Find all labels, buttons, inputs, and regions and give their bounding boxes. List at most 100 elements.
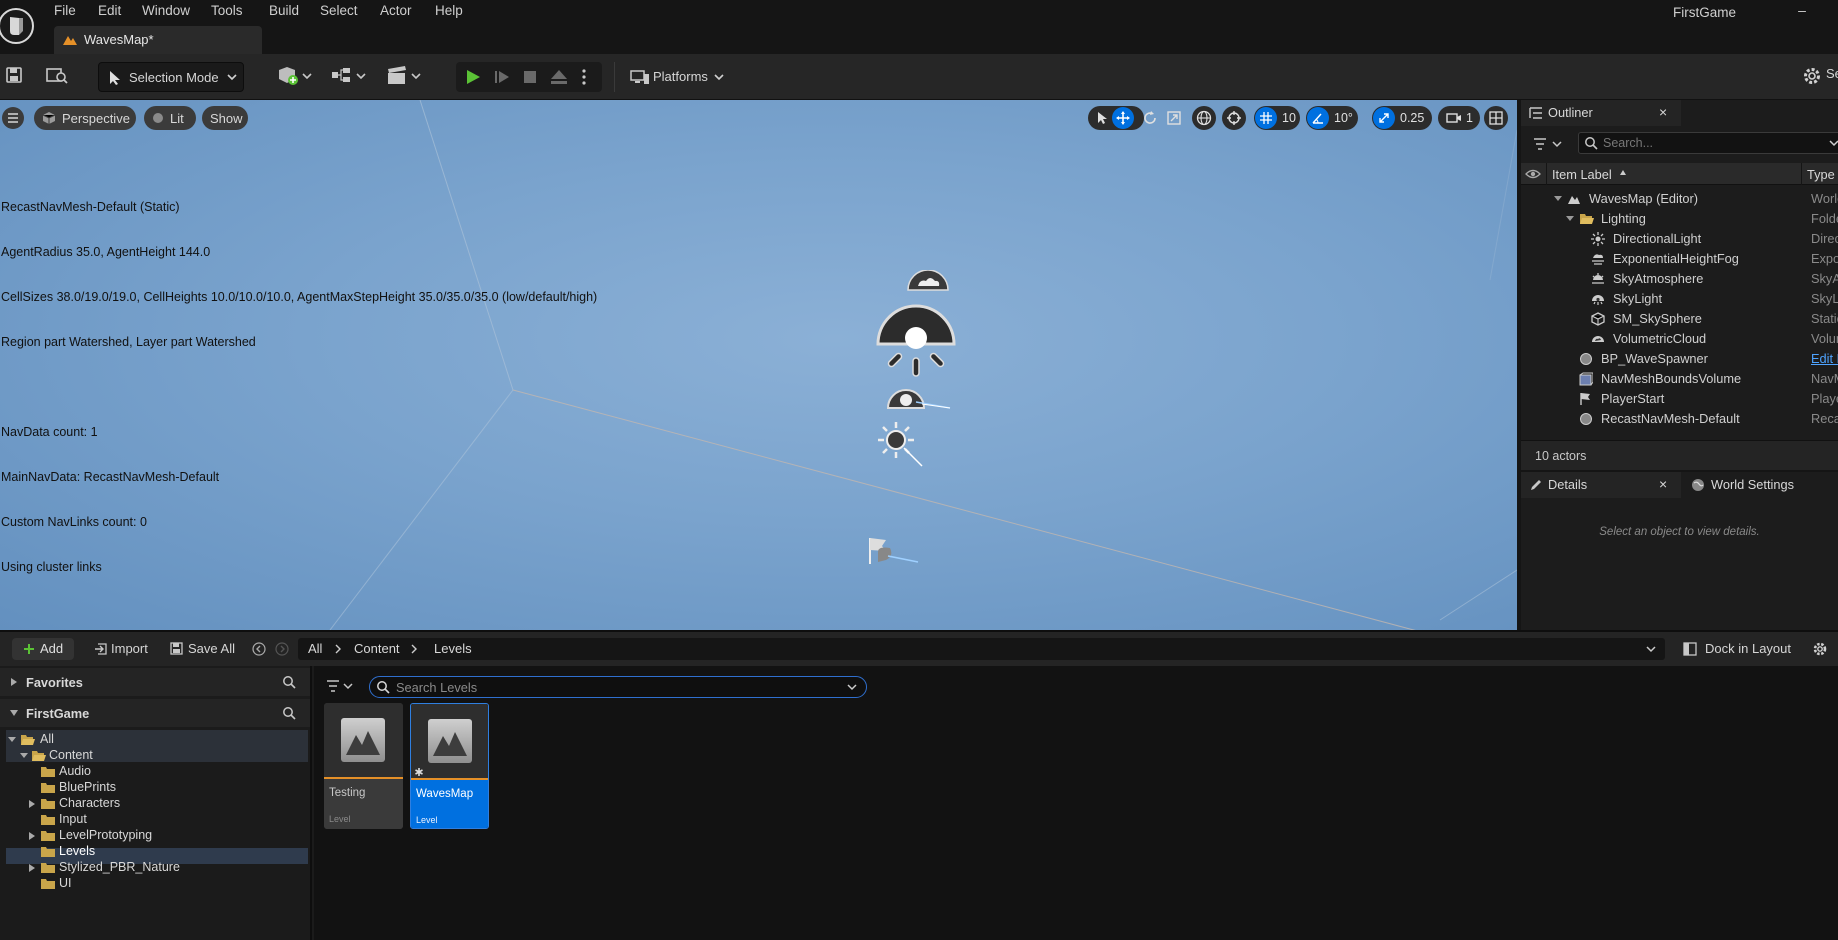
back-arrow-icon[interactable]	[252, 642, 266, 656]
collapse-arrow-icon[interactable]	[1554, 195, 1562, 203]
menu-help[interactable]: Help	[435, 2, 463, 20]
outliner-row-actor[interactable]: PlayerStart Playe	[1521, 389, 1838, 409]
scale-snap-icon	[1373, 107, 1395, 129]
outliner-row-actor[interactable]: BP_WaveSpawner Edit B	[1521, 349, 1838, 369]
chevron-down-icon[interactable]	[847, 683, 857, 691]
save-all-button[interactable]: Save All	[170, 638, 250, 660]
collapse-arrow-icon[interactable]	[1566, 215, 1574, 223]
lit-button[interactable]: Lit	[144, 106, 196, 130]
breadcrumb-all[interactable]: All	[308, 641, 322, 656]
platforms-dropdown[interactable]: Platforms	[626, 62, 726, 92]
volumetric-cloud-sprite-icon[interactable]	[906, 270, 950, 292]
settings-label[interactable]: Se	[1826, 66, 1838, 81]
favorites-section-header[interactable]: Favorites	[0, 668, 310, 696]
filter-icon[interactable]	[326, 679, 356, 693]
add-button[interactable]: Add	[12, 638, 74, 660]
outliner-search-input[interactable]: Search...	[1578, 132, 1838, 154]
asset-search-input[interactable]: Search Levels	[369, 676, 867, 698]
show-button[interactable]: Show	[202, 106, 248, 130]
outliner-row-type: World	[1811, 191, 1838, 206]
details-tab[interactable]: Details ×	[1521, 472, 1681, 498]
search-icon[interactable]	[282, 675, 296, 689]
outliner-row-folder[interactable]: Lighting Folder	[1521, 209, 1838, 229]
grid-snap-toggle[interactable]: 10	[1254, 106, 1300, 130]
outliner-row-actor[interactable]: VolumetricCloud Volum	[1521, 329, 1838, 349]
type-column[interactable]: Type	[1807, 167, 1835, 182]
perspective-button[interactable]: Perspective	[34, 106, 136, 130]
outliner-row-world[interactable]: WavesMap (Editor) World	[1521, 189, 1838, 209]
chevron-down-icon[interactable]	[1829, 139, 1838, 147]
translate-icon[interactable]	[1112, 107, 1134, 129]
advance-frame-icon[interactable]	[494, 69, 510, 85]
rotate-icon[interactable]	[1142, 110, 1158, 126]
expand-arrow-icon[interactable]	[10, 677, 18, 687]
dock-in-layout-button[interactable]: Dock in Layout	[1705, 641, 1791, 656]
selection-mode-dropdown[interactable]: Selection Mode	[98, 62, 244, 92]
breadcrumb-levels[interactable]: Levels	[434, 641, 472, 656]
filter-icon[interactable]	[1533, 137, 1565, 151]
edit-blueprint-link[interactable]: Edit B	[1811, 351, 1838, 366]
world-settings-tab[interactable]: World Settings	[1685, 472, 1835, 498]
outliner-row-actor[interactable]: NavMeshBoundsVolume NavM	[1521, 369, 1838, 389]
outliner-tab[interactable]: Outliner ×	[1521, 100, 1681, 126]
outliner-row-actor[interactable]: RecastNavMesh-Default Reca	[1521, 409, 1838, 429]
asset-tile-wavesmap[interactable]: WavesMap Level	[410, 703, 489, 829]
outliner-row-label: SM_SkySphere	[1613, 311, 1702, 326]
surface-snap-icon[interactable]	[1222, 106, 1246, 130]
outliner-row-actor[interactable]: ExponentialHeightFog Expo	[1521, 249, 1838, 269]
save-icon[interactable]	[5, 66, 23, 84]
scale-snap-toggle[interactable]: 0.25	[1372, 106, 1432, 130]
forward-arrow-icon[interactable]	[275, 642, 289, 656]
sky-atmosphere-sprite-icon[interactable]	[886, 378, 952, 414]
browse-content-icon[interactable]	[46, 66, 68, 84]
play-icon[interactable]	[465, 69, 481, 85]
breadcrumb-content[interactable]: Content	[354, 641, 400, 656]
hamburger-icon[interactable]	[2, 107, 24, 129]
player-start-sprite-icon[interactable]	[868, 536, 920, 566]
level-viewport[interactable]: Perspective Lit Show 10 10° 0.25 1 Recas…	[0, 100, 1517, 630]
world-space-icon[interactable]	[1192, 106, 1216, 130]
menu-window[interactable]: Window	[142, 2, 190, 20]
expand-arrow-icon	[29, 832, 35, 840]
eject-icon[interactable]	[550, 69, 568, 85]
menu-tools[interactable]: Tools	[211, 2, 243, 20]
skylight-sprite-icon[interactable]	[874, 300, 958, 378]
viewport-layout-icon[interactable]	[1484, 106, 1508, 130]
outliner-row-actor[interactable]: SkyLight SkyL	[1521, 289, 1838, 309]
outliner-row-actor[interactable]: SkyAtmosphere SkyA	[1521, 269, 1838, 289]
search-icon[interactable]	[282, 706, 296, 720]
more-options-icon[interactable]	[581, 68, 587, 86]
outliner-row-actor[interactable]: SM_SkySphere Static	[1521, 309, 1838, 329]
item-label-column[interactable]: Item Label	[1552, 167, 1612, 182]
menu-select[interactable]: Select	[320, 2, 358, 20]
menu-build[interactable]: Build	[269, 2, 299, 20]
cinematics-icon[interactable]	[385, 66, 423, 86]
settings-gear-icon[interactable]	[1812, 641, 1828, 657]
rotation-snap-toggle[interactable]: 10°	[1306, 106, 1358, 130]
import-icon	[94, 642, 108, 656]
close-icon[interactable]: ×	[1659, 104, 1667, 120]
asset-tile-testing[interactable]: Testing Level	[324, 703, 403, 829]
menu-actor[interactable]: Actor	[380, 2, 412, 20]
collapse-arrow-icon[interactable]	[9, 709, 19, 717]
outliner-row-actor[interactable]: DirectionalLight Direc	[1521, 229, 1838, 249]
visibility-eye-icon[interactable]	[1525, 167, 1541, 181]
menu-file[interactable]: File	[54, 2, 76, 20]
unreal-logo-icon[interactable]	[0, 4, 38, 46]
minimize-button[interactable]: –	[1792, 2, 1812, 20]
select-arrow-icon[interactable]	[1092, 108, 1112, 128]
stop-icon[interactable]	[522, 69, 538, 85]
blueprints-icon[interactable]	[330, 66, 368, 86]
directional-light-sprite-icon[interactable]	[874, 418, 924, 468]
chevron-down-icon[interactable]	[1646, 645, 1656, 653]
project-section-header[interactable]: FirstGame	[0, 699, 310, 727]
level-tab[interactable]: WavesMap*	[54, 26, 262, 54]
outliner-row-type: NavM	[1811, 371, 1838, 386]
close-icon[interactable]: ×	[1659, 476, 1667, 492]
menu-edit[interactable]: Edit	[98, 2, 121, 20]
settings-gear-icon[interactable]	[1802, 66, 1822, 86]
import-button[interactable]: Import	[92, 638, 156, 660]
add-actor-icon[interactable]	[276, 66, 314, 86]
camera-speed-button[interactable]: 1	[1438, 106, 1480, 130]
scale-icon[interactable]	[1166, 110, 1182, 126]
